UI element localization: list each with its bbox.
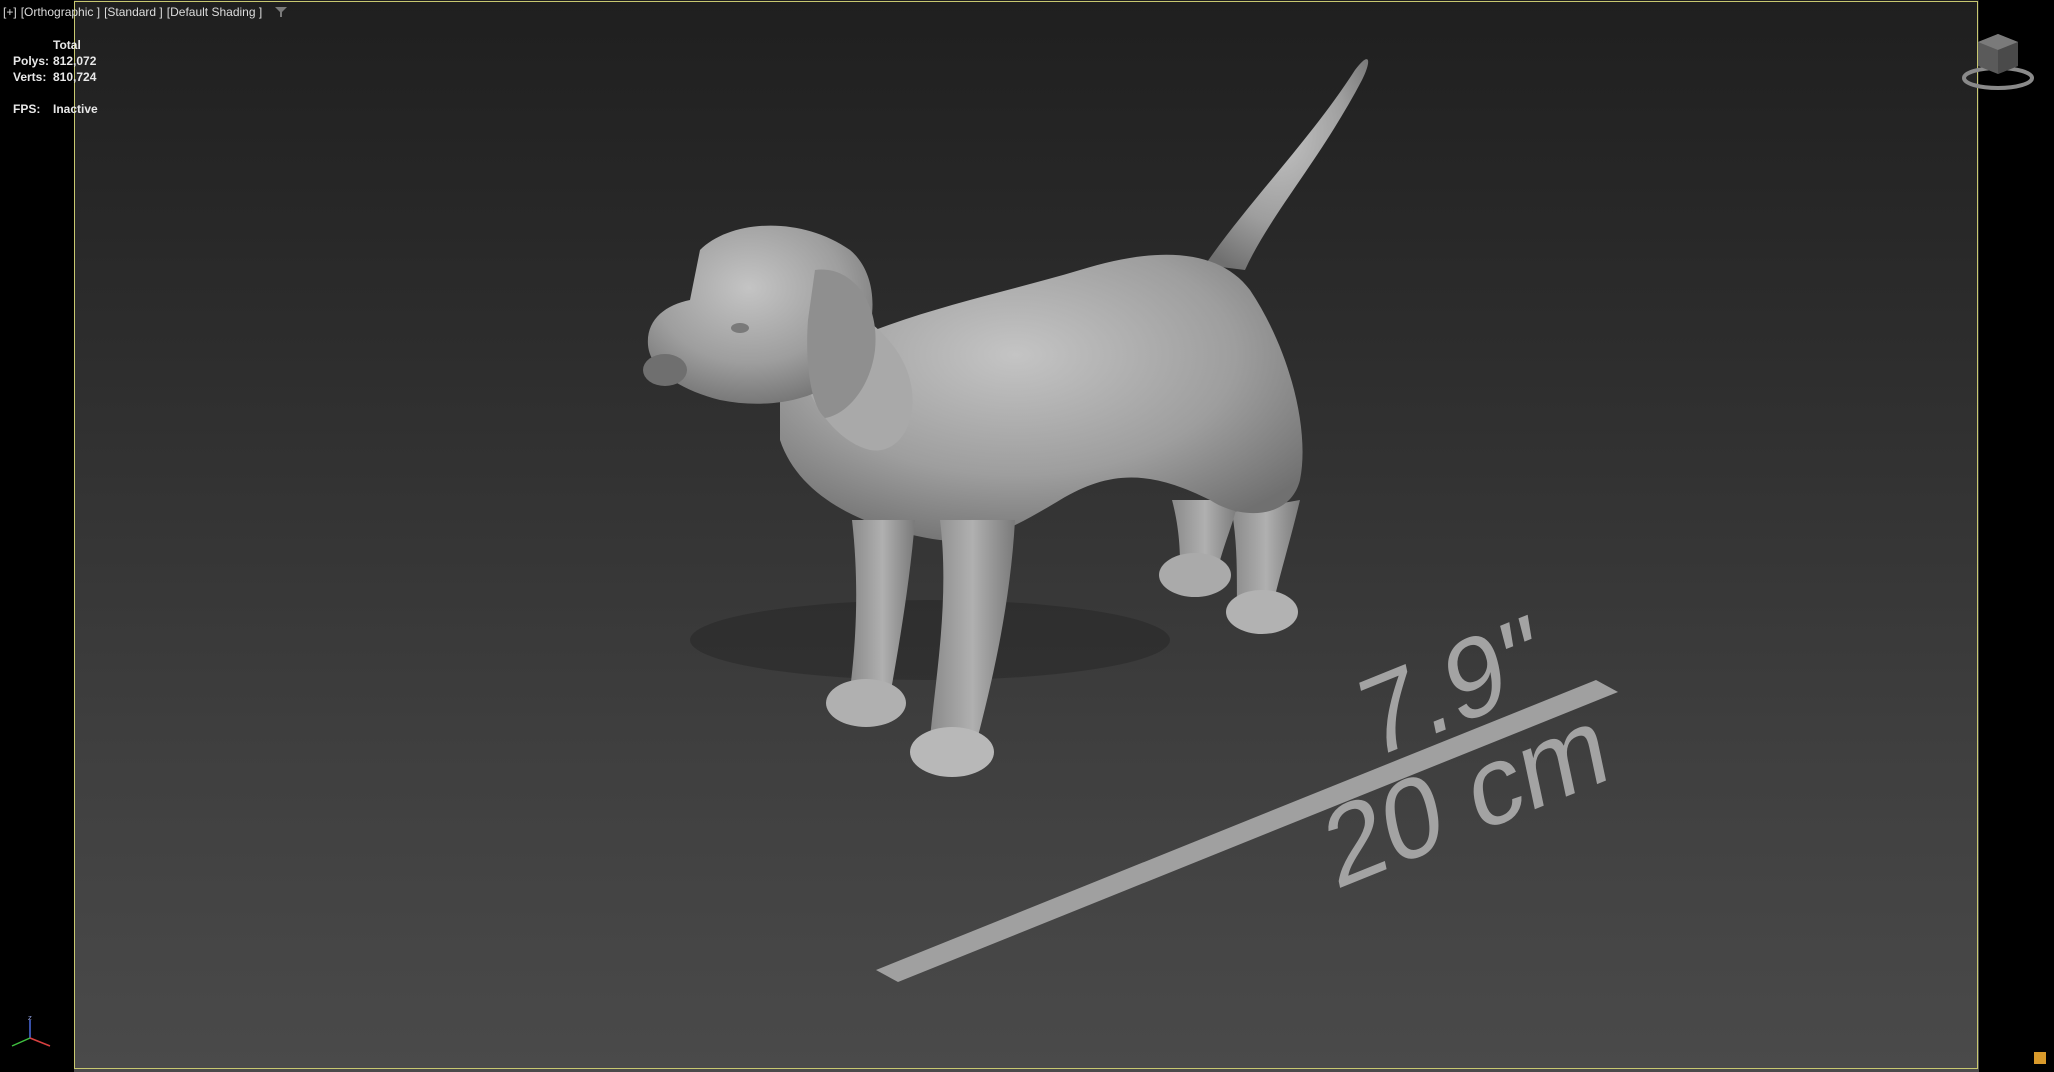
viewport-label-menu: [+] [Orthographic ] [Standard ] [Default… — [3, 5, 288, 19]
fps-label: FPS: — [13, 102, 41, 116]
left-margin — [0, 0, 74, 1072]
viewport-menu-button[interactable]: [+] — [3, 5, 17, 19]
corner-indicator-icon[interactable] — [2034, 1052, 2046, 1064]
viewport-shading-button[interactable]: [Default Shading ] — [167, 5, 262, 19]
axis-gizmo-icon: z — [11, 1014, 51, 1047]
fps-value: Inactive — [53, 102, 98, 116]
active-viewport-frame — [74, 1, 1978, 1069]
viewport-view-button[interactable]: [Orthographic ] — [21, 5, 100, 19]
filter-icon[interactable] — [274, 5, 288, 19]
polys-label: Polys: — [13, 54, 50, 68]
svg-text:z: z — [28, 1014, 32, 1022]
verts-value: 810,724 — [53, 70, 97, 84]
verts-label: Verts: — [13, 70, 47, 84]
stats-overlay: Total Polys: 812,072 Verts: 810,724 FPS:… — [13, 37, 98, 117]
right-margin — [1979, 0, 2054, 1072]
stats-header: Total — [53, 38, 81, 52]
polys-value: 812,072 — [53, 54, 97, 68]
viewport-style-button[interactable]: [Standard ] — [104, 5, 163, 19]
viewcube-icon[interactable] — [1958, 28, 2038, 94]
